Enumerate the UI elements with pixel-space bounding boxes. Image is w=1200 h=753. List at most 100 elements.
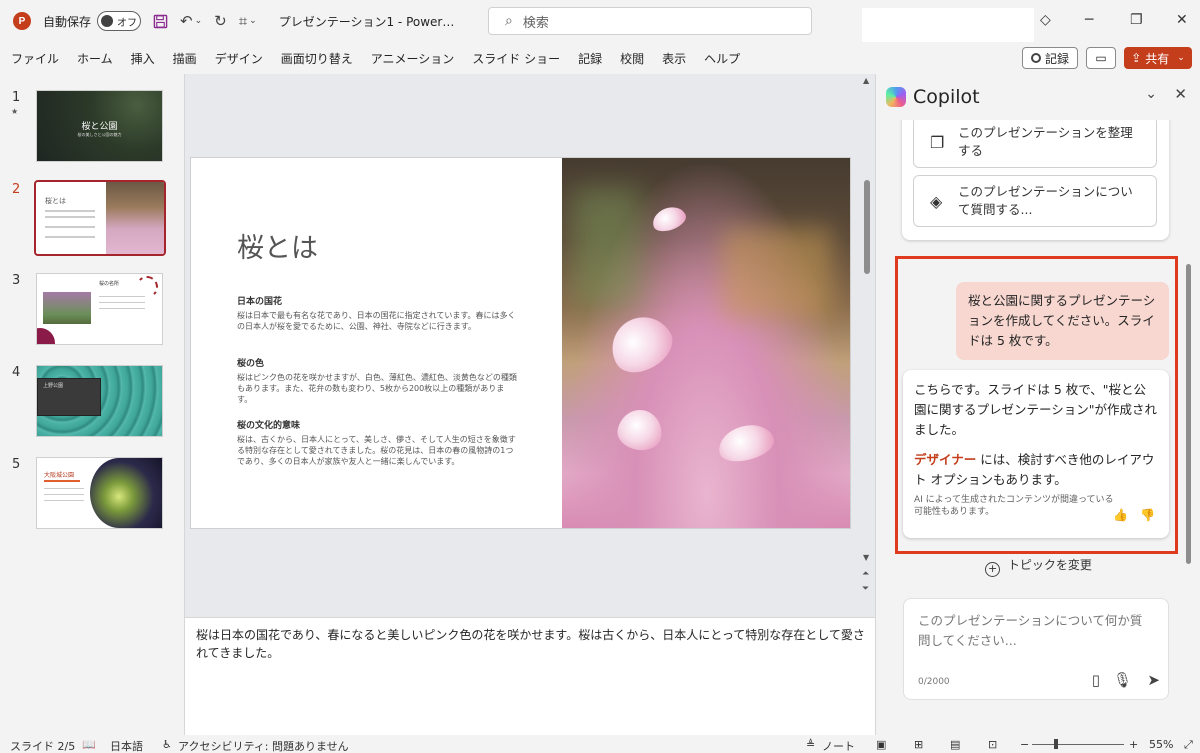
thumbnail-title: 大阪城公園: [44, 472, 75, 479]
tab-insert[interactable]: 挿入: [131, 50, 155, 67]
copilot-input[interactable]: このプレゼンテーションについて何か質問してください... 0/2000 ▯ 🎙 …: [903, 598, 1169, 700]
tab-slideshow[interactable]: スライド ショー: [472, 50, 560, 67]
diamond-icon[interactable]: ◇: [1040, 12, 1051, 28]
slide-section-1[interactable]: 日本の国花 桜は日本で最も有名な花であり、日本の国花に指定されています。春には多…: [237, 294, 519, 332]
change-topic-label: トピックを変更: [1007, 558, 1092, 572]
toggle-knob: [101, 15, 114, 27]
share-label: 共有: [1145, 51, 1170, 66]
language-indicator[interactable]: 日本語: [110, 738, 143, 753]
suggestion-ask-button[interactable]: ◈ このプレゼンテーションについて質問する...: [913, 175, 1157, 227]
copilot-chat: ❐ このプレゼンテーションを整理する ◈ このプレゼンテーションについて質問する…: [876, 120, 1200, 735]
thumbnail-decoration: [37, 328, 55, 344]
prompt-library-icon[interactable]: ▯: [1092, 671, 1100, 689]
slide-thumbnail-5[interactable]: 大阪城公園: [36, 457, 163, 529]
scroll-up-icon[interactable]: ▲: [863, 76, 869, 85]
slide-section-3[interactable]: 桜の文化的意味 桜は、古くから、日本人にとって、美しさ、儚さ、そして人生の短さを…: [237, 418, 519, 467]
scroll-down-icon[interactable]: ▼: [863, 553, 869, 562]
comments-button[interactable]: ▭: [1086, 47, 1116, 69]
response-text: こちらです。スライドは 5 枚で、"桜と公園に関するプレゼンテーション"が作成さ…: [914, 382, 1158, 437]
save-icon[interactable]: [153, 14, 168, 29]
thumbs-down-icon[interactable]: 👎: [1140, 508, 1155, 522]
zoom-level[interactable]: 55%: [1149, 738, 1173, 751]
speaker-notes[interactable]: 桜は日本の国花であり、春になると美しいピンク色の花を咲かせます。桜は古くから、日…: [184, 617, 875, 735]
undo-dropdown-icon[interactable]: ⌄: [195, 16, 203, 26]
tab-design[interactable]: デザイン: [215, 50, 263, 67]
section-heading: 日本の国花: [237, 297, 283, 307]
section-body: 桜は日本で最も有名な花であり、日本の国花に指定されています。春には多くの日本人が…: [237, 311, 516, 331]
current-slide[interactable]: 桜とは 日本の国花 桜は日本で最も有名な花であり、日本の国花に指定されています。…: [190, 157, 851, 529]
suggestion-label: このプレゼンテーションについて質問する...: [958, 184, 1133, 217]
restore-icon[interactable]: ❐: [1130, 12, 1143, 28]
section-heading: 桜の文化的意味: [237, 421, 301, 431]
tab-draw[interactable]: 描画: [173, 50, 197, 67]
slideshow-icon[interactable]: ⊡: [988, 738, 997, 751]
thumbnail-decoration: [44, 480, 80, 482]
thumbs-up-icon[interactable]: 👍: [1113, 508, 1128, 522]
microphone-icon[interactable]: 🎙: [1113, 671, 1132, 689]
accessibility-status[interactable]: アクセシビリティ: 問題ありません: [178, 738, 349, 753]
minimize-icon[interactable]: ─: [1085, 12, 1093, 28]
petal-shape: [649, 202, 689, 236]
record-button[interactable]: 記録: [1022, 47, 1078, 69]
copilot-scrollbar[interactable]: [1186, 264, 1191, 564]
next-slide-icon[interactable]: ⏷: [862, 584, 869, 594]
slide-thumbnail-2[interactable]: 桜とは: [34, 180, 166, 256]
tab-review[interactable]: 校閲: [620, 50, 644, 67]
cherry-blossom-photo[interactable]: [562, 158, 850, 528]
autosave-toggle[interactable]: オフ: [97, 11, 142, 31]
customize-icon[interactable]: ⌗: [239, 12, 247, 30]
fit-to-window-icon[interactable]: ⤢: [1184, 738, 1193, 752]
slide-thumbnail-4[interactable]: 上野公園: [36, 365, 163, 437]
tab-help[interactable]: ヘルプ: [704, 50, 740, 67]
chevron-down-icon[interactable]: ⌄: [1145, 86, 1157, 102]
designer-link[interactable]: デザイナー: [914, 452, 976, 467]
thumbnail-title: 桜と公園: [81, 122, 118, 132]
search-input[interactable]: ⌕ 検索: [488, 7, 812, 35]
slide-section-2[interactable]: 桜の色 桜はピンク色の花を咲かせますが、白色、薄紅色、濃紅色、淡黄色などの種類も…: [237, 356, 519, 405]
chevron-down-icon: ⌄: [1177, 53, 1185, 63]
zoom-slider[interactable]: [1032, 744, 1124, 745]
notes-icon[interactable]: ≜: [806, 738, 815, 751]
customize-dropdown-icon[interactable]: ⌄: [249, 16, 257, 26]
thumbnail-photo: [90, 458, 162, 528]
reading-view-icon[interactable]: ▤: [950, 738, 960, 751]
zoom-out-button[interactable]: −: [1020, 738, 1029, 751]
copilot-header: Copilot ⌄ ✕: [886, 80, 1191, 114]
slide-thumbnail-3[interactable]: 桜の名所: [36, 273, 163, 345]
tab-transitions[interactable]: 画面切り替え: [281, 50, 353, 67]
normal-view-icon[interactable]: ▣: [876, 738, 886, 751]
close-icon[interactable]: ✕: [1174, 85, 1187, 103]
notes-toggle[interactable]: ノート: [822, 738, 855, 753]
scroll-thumb[interactable]: [864, 180, 870, 274]
tab-file[interactable]: ファイル: [11, 50, 59, 67]
slide-thumbnail-1[interactable]: 桜と公園 桜の美しさと公園の魅力: [36, 90, 163, 162]
canvas-scrollbar[interactable]: ▲ ▼ ⏶ ⏷: [861, 76, 874, 613]
previous-slide-icon[interactable]: ⏶: [862, 569, 869, 579]
tab-home[interactable]: ホーム: [77, 50, 113, 67]
animation-star-icon: ★: [11, 107, 19, 116]
document-title[interactable]: プレゼンテーション1 - Power…: [279, 13, 455, 30]
add-circle-icon: +: [985, 562, 1001, 577]
share-button[interactable]: ⇪ 共有 ⌄: [1124, 47, 1192, 69]
thumbnail-number: 2: [12, 182, 21, 197]
question-tag-icon: ◈: [930, 191, 943, 211]
accessibility-icon[interactable]: ♿: [162, 738, 172, 751]
tab-animations[interactable]: アニメーション: [371, 50, 455, 67]
tab-record[interactable]: 記録: [578, 50, 602, 67]
feedback-icons: 👍 👎: [1113, 508, 1155, 522]
tab-view[interactable]: 表示: [662, 50, 686, 67]
undo-icon[interactable]: ↶: [180, 12, 193, 30]
suggestion-label: このプレゼンテーションを整理する: [958, 125, 1133, 158]
change-topic-button[interactable]: + トピックを変更: [876, 556, 1200, 577]
slide-title[interactable]: 桜とは: [237, 226, 318, 265]
send-icon[interactable]: ➤: [1147, 671, 1160, 689]
zoom-slider-knob[interactable]: [1054, 739, 1058, 749]
account-area[interactable]: [862, 8, 1034, 44]
slide-sorter-icon[interactable]: ⊞: [914, 738, 923, 751]
input-placeholder: このプレゼンテーションについて何か質問してください...: [918, 613, 1143, 648]
redo-icon[interactable]: ↻: [214, 12, 227, 30]
zoom-in-button[interactable]: +: [1129, 738, 1138, 751]
spell-check-icon[interactable]: 📖: [82, 738, 96, 751]
suggestion-organize-button[interactable]: ❐ このプレゼンテーションを整理する: [913, 120, 1157, 168]
close-icon[interactable]: ✕: [1176, 12, 1188, 28]
